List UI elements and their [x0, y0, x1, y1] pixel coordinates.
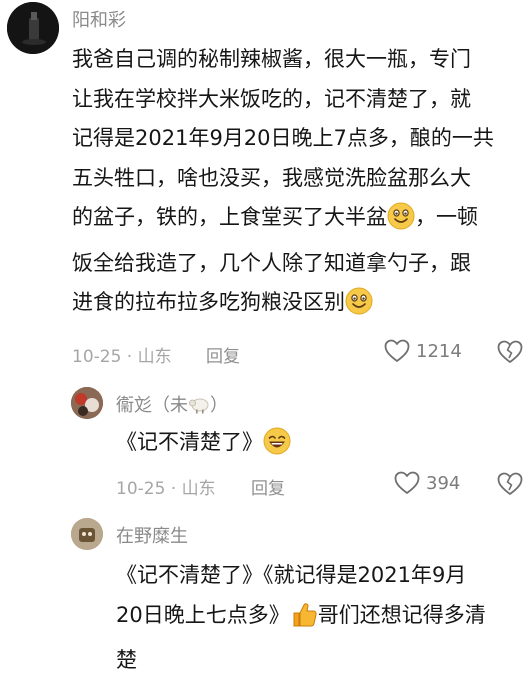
dislike-button[interactable] [497, 340, 523, 368]
broken-heart-icon [497, 472, 523, 495]
reply-button[interactable]: 回复 [206, 342, 240, 367]
reply-line: 《记不清楚了》《就记得是2021年9月 [116, 563, 467, 587]
avatar-image [7, 2, 59, 54]
comment-line: 五头牲口，啥也没买，我感觉洗脸盆那么大 [72, 165, 471, 190]
broken-heart-icon [497, 340, 523, 363]
like-count: 1214 [416, 340, 462, 362]
heart-outline-icon [394, 471, 420, 494]
comment-line: 进食的拉布拉多吃狗粮没区别 [72, 283, 522, 329]
comment-line-part: 进食的拉布拉多吃狗粮没区别 [72, 290, 345, 314]
avatar[interactable] [71, 387, 103, 419]
sheep-icon [189, 398, 209, 414]
comment-username[interactable]: 阳和彩 [72, 6, 126, 32]
comment-line: 我爸自己调的秘制辣椒酱，很大一瓶，专门 [72, 47, 471, 71]
reply-username-suffix: ） [210, 395, 228, 416]
laughing-face-emoji [263, 427, 291, 469]
reply-line-part: 《记不清楚了》 [116, 430, 263, 454]
heart-outline-icon [384, 339, 410, 362]
reply-username-text: 衞彣（未 [116, 395, 188, 416]
reply-date-location: 10-25 · 山东 [116, 479, 216, 499]
reply-username[interactable]: 衞彣（未 ） [116, 391, 228, 417]
like-count: 394 [426, 472, 461, 494]
like-button[interactable]: 1214 [384, 339, 462, 363]
avatar[interactable] [71, 518, 103, 550]
avatar-image [71, 387, 103, 419]
reply-line: 楚 [116, 648, 137, 672]
reply-line: 20日晚上七点多》 哥们还想记得多清 [116, 596, 520, 642]
comment-line: 饭全给我造了，几个人除了知道拿勺子，跟 [72, 250, 471, 275]
reply-button[interactable]: 回复 [251, 474, 285, 499]
grinning-face-emoji [387, 202, 415, 244]
comment-text: 我爸自己调的秘制辣椒酱，很大一瓶，专门 让我在学校拌大米饭吃的，记不清楚了，就 … [72, 40, 522, 329]
reply-text: 《记不清楚了》《就记得是2021年9月 20日晚上七点多》 哥们还想记得多清 楚 [116, 556, 520, 675]
comment-line: 的盆子，铁的，上食堂买了大半盆 ，一顿 [72, 198, 522, 244]
comment-line: 让我在学校拌大米饭吃的，记不清楚了，就 [72, 86, 471, 111]
comment-line: 记得是2021年9月20日晚上7点多，酿的一共 [72, 126, 494, 150]
comment-line-part: ，一顿 [415, 205, 478, 229]
comment-line-part: 的盆子，铁的，上食堂买了大半盆 [72, 205, 387, 229]
like-button[interactable]: 394 [394, 471, 460, 495]
reply-line-part: 20日晚上七点多》 [116, 602, 290, 627]
reply-line-part: 哥们还想记得多清 [317, 602, 486, 627]
thumbs-up-emoji [290, 600, 318, 642]
comment-date-location: 10-25 · 山东 [72, 347, 172, 367]
avatar[interactable] [7, 2, 59, 54]
reply-text: 《记不清楚了》 [116, 423, 516, 469]
avatar-image [71, 518, 103, 550]
grinning-face-emoji [345, 287, 373, 329]
dislike-button[interactable] [497, 472, 523, 500]
reply-username[interactable]: 在野糜生 [116, 522, 188, 548]
